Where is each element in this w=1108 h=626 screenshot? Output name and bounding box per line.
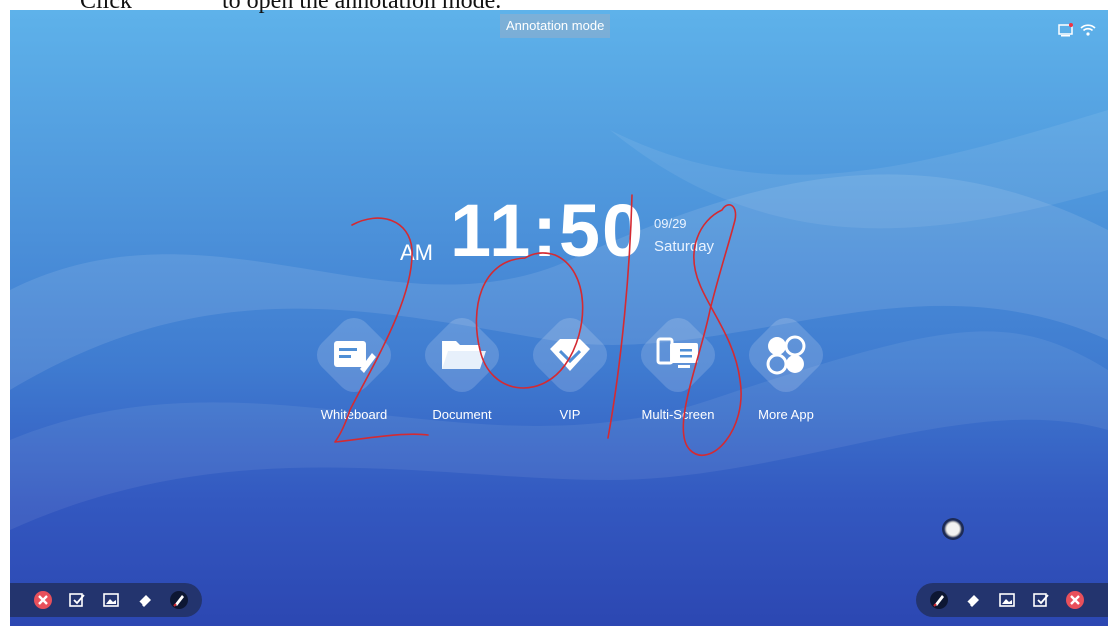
app-whiteboard[interactable]: Whiteboard	[300, 310, 408, 422]
toolbar-left-eraser[interactable]	[134, 589, 156, 611]
clock-widget: AM 11:50 09/29 Saturday	[10, 189, 1108, 272]
app-label-vip: VIP	[559, 407, 581, 422]
app-label-more: More App	[758, 407, 814, 422]
wifi-icon[interactable]	[1080, 22, 1096, 38]
clock-time: 11:50	[450, 189, 646, 272]
toolbar-left-pen[interactable]	[168, 589, 190, 611]
caption-text-end: to open the annotation mode.	[222, 0, 502, 14]
close-icon	[34, 591, 52, 609]
select-icon	[1033, 593, 1049, 607]
home-screen: Annotation mode AM 11:50 09/29 Saturday …	[10, 10, 1108, 626]
pen-icon	[930, 591, 948, 609]
toolbar-right-eraser[interactable]	[962, 589, 984, 611]
clock-date: 09/29	[654, 216, 687, 231]
clock-ampm: AM	[400, 240, 433, 265]
toolbar-right-select[interactable]	[1030, 589, 1052, 611]
toolbar-right-pen[interactable]	[928, 589, 950, 611]
screen-cast-icon[interactable]	[1058, 22, 1074, 38]
app-document[interactable]: Document	[408, 310, 516, 422]
folder-icon	[442, 341, 486, 369]
annotation-toolbar-left	[10, 583, 202, 617]
instruction-caption: Click to open the annotation mode.	[0, 0, 1108, 14]
image-icon	[103, 593, 119, 607]
whiteboard-icon	[334, 341, 376, 373]
toolbar-left-image[interactable]	[100, 589, 122, 611]
close-icon	[1066, 591, 1084, 609]
app-multi-screen[interactable]: Multi-Screen	[624, 310, 732, 422]
eraser-icon	[138, 595, 151, 607]
floating-menu-button[interactable]	[942, 518, 964, 540]
eraser-icon	[966, 595, 979, 607]
annotation-mode-label: Annotation mode	[500, 14, 611, 38]
app-label-document: Document	[432, 407, 492, 422]
toolbar-right-image[interactable]	[996, 589, 1018, 611]
app-label-whiteboard: Whiteboard	[320, 407, 388, 422]
multi-screen-icon	[656, 337, 698, 368]
select-icon	[69, 593, 85, 607]
app-label-multi-screen: Multi-Screen	[641, 407, 715, 422]
image-icon	[999, 593, 1015, 607]
caption-text-start: Click	[80, 0, 132, 14]
vip-icon	[550, 339, 590, 371]
pen-icon	[170, 591, 188, 609]
toolbar-left-select[interactable]	[66, 589, 88, 611]
toolbar-left-close[interactable]	[32, 589, 54, 611]
clock-day: Saturday	[654, 238, 715, 255]
app-vip[interactable]: VIP	[516, 310, 624, 422]
status-bar	[1058, 22, 1096, 38]
toolbar-right-close[interactable]	[1064, 589, 1086, 611]
app-more[interactable]: More App	[732, 310, 840, 422]
more-app-icon	[766, 335, 806, 375]
annotation-toolbar-right	[916, 583, 1108, 617]
app-launcher: Whiteboard Document VIP Multi-Screen Mor…	[300, 310, 840, 422]
